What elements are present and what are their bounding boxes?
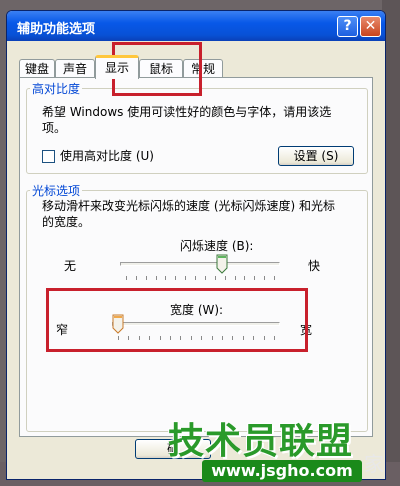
high-contrast-group-label: 高对比度 (30, 80, 83, 97)
slider-tick (126, 276, 127, 280)
watermark-url: www.jsgho.com (202, 460, 362, 482)
window-title: 辅助功能选项 (17, 22, 96, 37)
slider-tick (214, 276, 216, 280)
tab-label: 显示 (104, 61, 129, 75)
blink-rate-max-label: 快 (308, 259, 321, 273)
high-contrast-description-line1: 希望 Windows 使用可读性好的颜色与字体，请用该选 (42, 105, 332, 119)
slider-tick (264, 276, 266, 280)
site-watermark: 技术员联盟 www.jsgho.com 家 (168, 412, 390, 486)
cursor-options-description-line2: 的宽度。 (42, 215, 91, 229)
slider-tick (195, 276, 197, 280)
slider-tick (145, 276, 147, 280)
tab-label: 声音 (62, 62, 87, 76)
blink-rate-slider-track (120, 262, 280, 266)
slider-tick (244, 276, 246, 280)
slider-tick (185, 276, 187, 280)
blink-rate-min-label: 无 (64, 259, 77, 273)
slider-tick (234, 276, 236, 280)
high-contrast-description-line2: 项。 (42, 121, 67, 135)
cursor-options-description-line1: 移动滑杆来改变光标闪烁的速度 (光标闪烁速度) 和光标 (42, 199, 335, 213)
blink-rate-label: 闪烁速度 (B): (180, 239, 254, 253)
slider-tick (155, 276, 157, 280)
slider-tick (165, 276, 167, 280)
help-button[interactable]: ? (337, 16, 358, 37)
slider-tick (135, 276, 137, 280)
cursor-options-group-label: 光标选项 (30, 182, 83, 199)
tab-keyboard[interactable]: 键盘 (19, 59, 55, 78)
high-contrast-settings-button[interactable]: 设置 (S) (278, 146, 354, 166)
high-contrast-checkbox-label[interactable]: 使用高对比度 (U) (60, 148, 154, 164)
slider-tick (274, 276, 275, 280)
slider-tick (224, 276, 226, 280)
close-button[interactable]: ✕ (360, 16, 381, 37)
display-tab-panel: 高对比度 希望 Windows 使用可读性好的颜色与字体，请用该选 项。 使用高… (19, 77, 373, 437)
blink-rate-slider-thumb[interactable] (216, 254, 228, 274)
tab-display[interactable]: 显示 (95, 55, 139, 79)
slider-tick (254, 276, 256, 280)
title-bar[interactable]: 辅助功能选项 ? ✕ (7, 11, 385, 41)
blink-rate-slider[interactable] (120, 254, 280, 284)
slider-tick (204, 276, 206, 280)
watermark-tail: 家 (364, 452, 384, 476)
high-contrast-checkbox[interactable] (42, 150, 55, 163)
watermark-brand: 技术员联盟 (168, 421, 354, 462)
tab-label: 键盘 (24, 62, 49, 76)
tab-sound[interactable]: 声音 (55, 59, 95, 78)
slider-tick (175, 276, 177, 280)
close-icon: ✕ (364, 18, 377, 34)
annotation-highlight-width-slider (46, 288, 308, 352)
